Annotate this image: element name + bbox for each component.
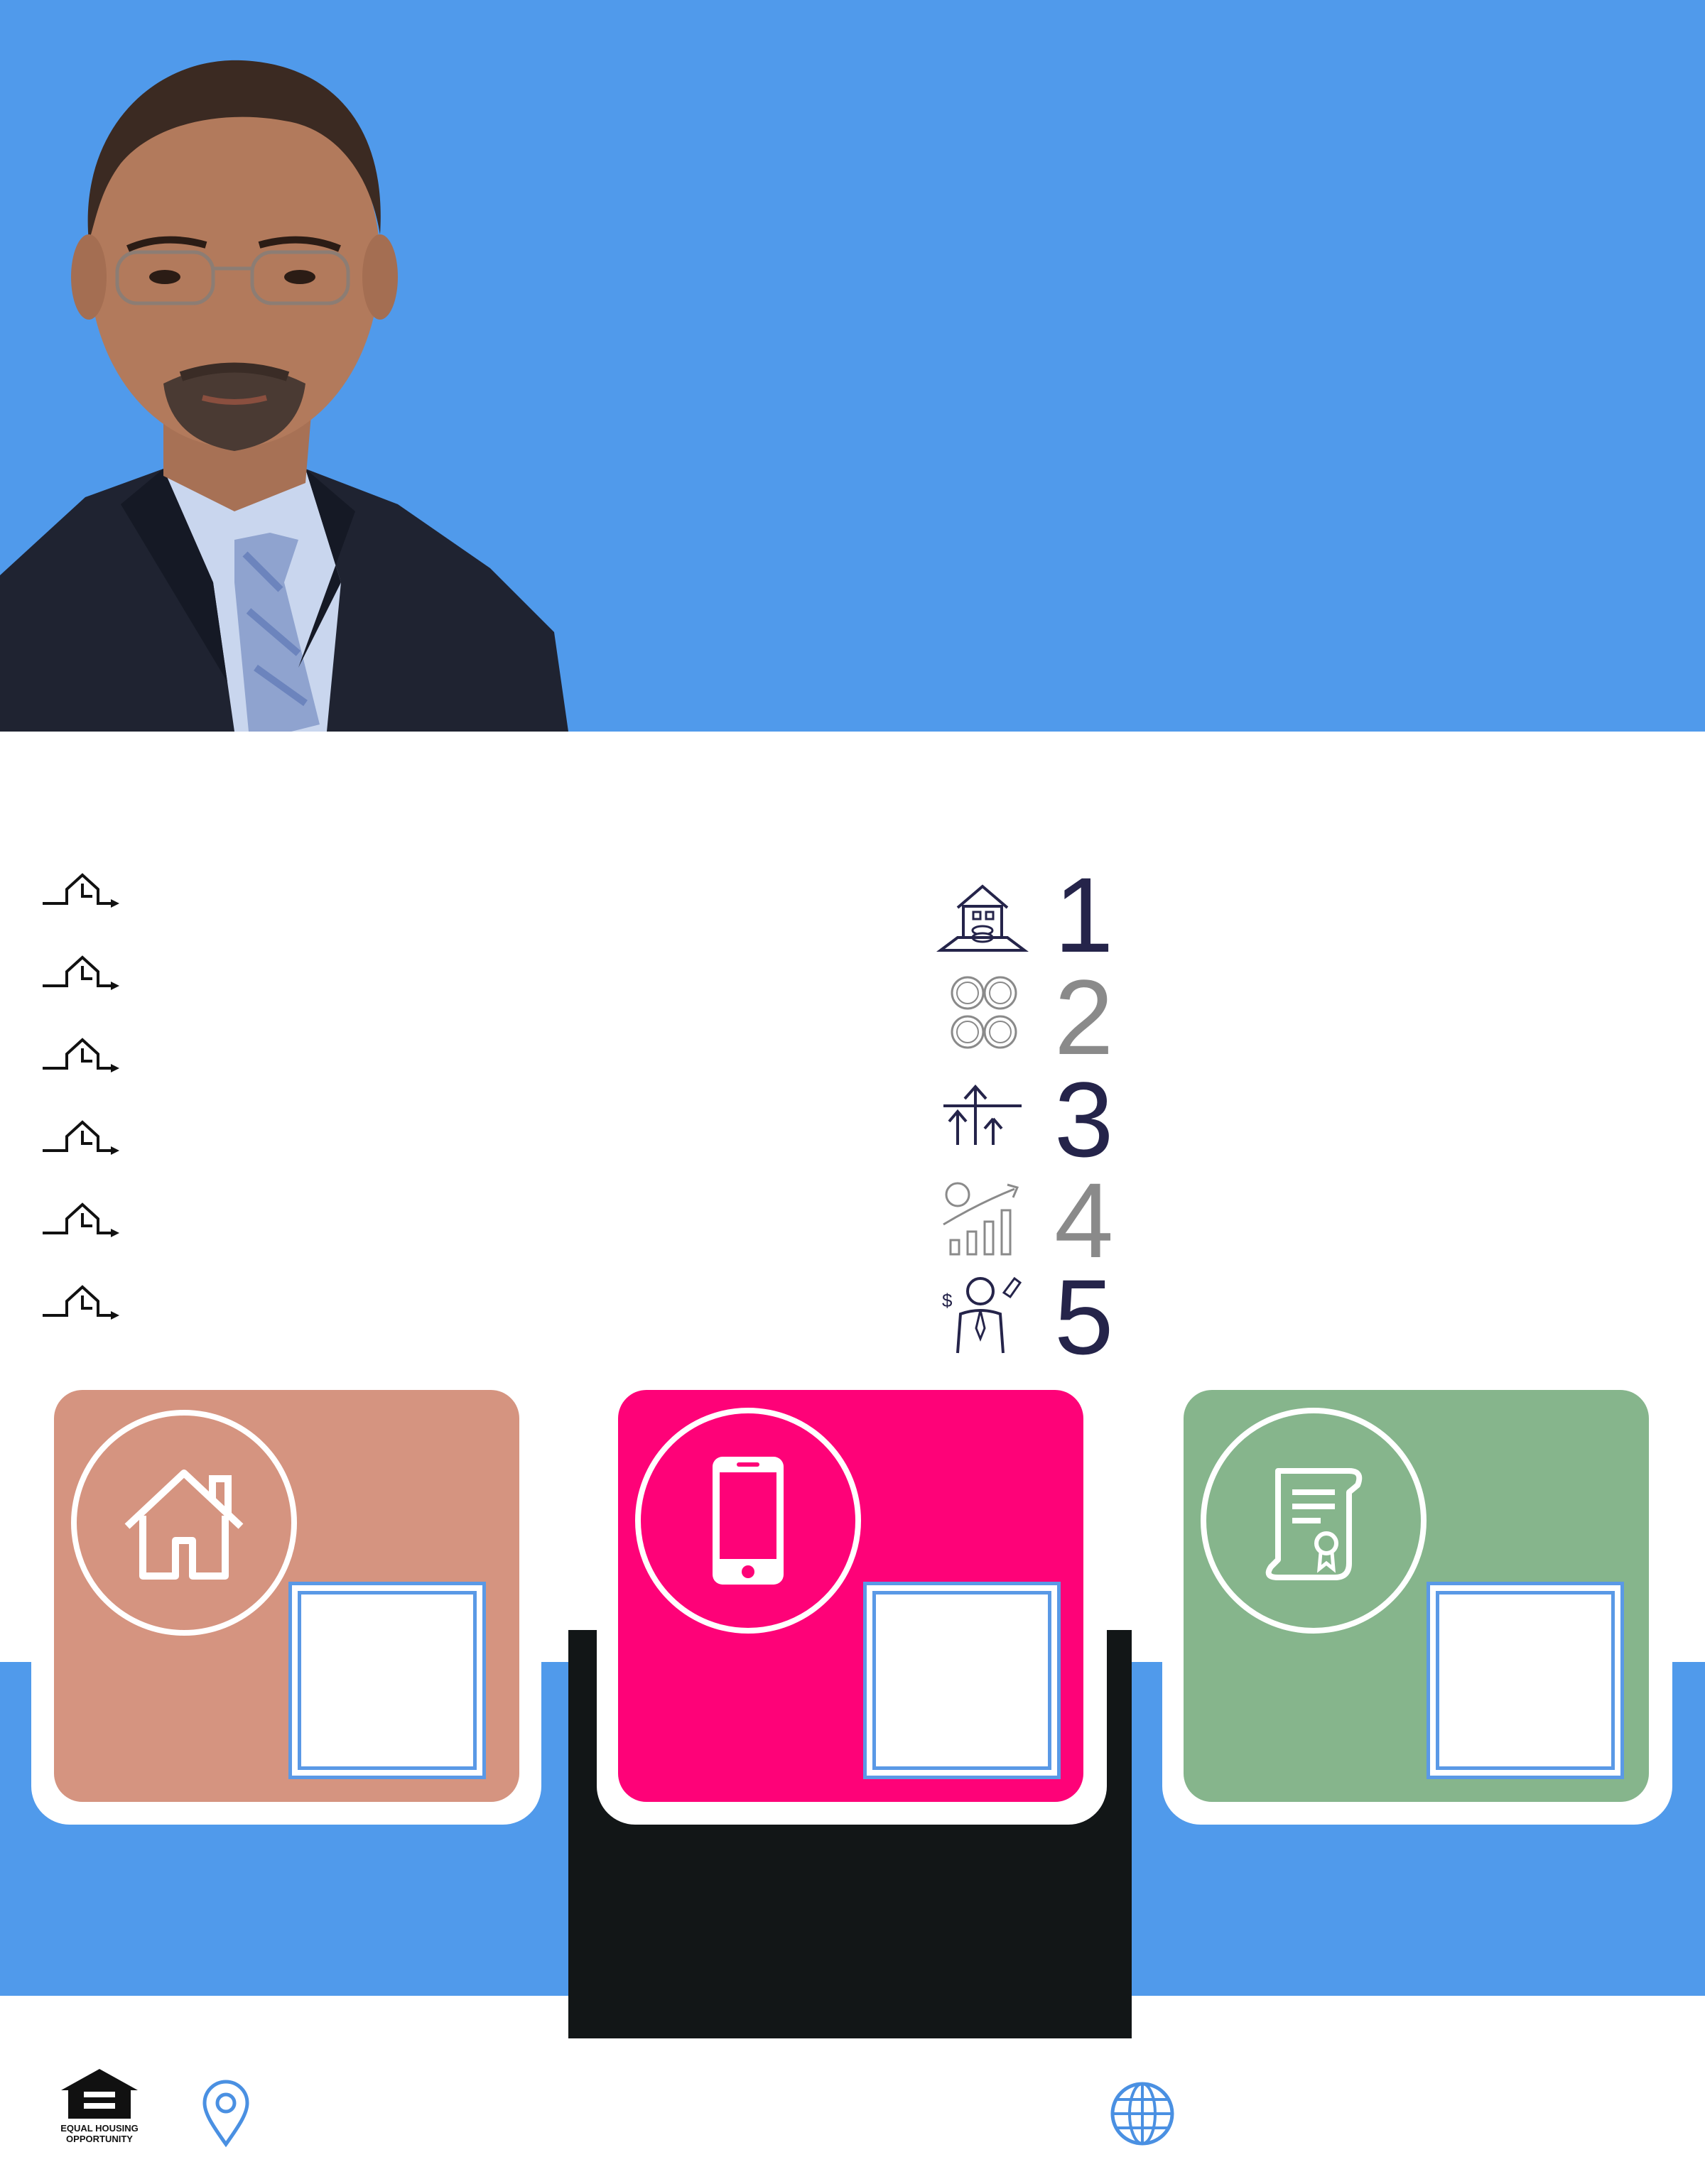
coins-icon [936,972,1029,1057]
step-number: 3 [1054,1060,1114,1179]
rising-chart-icon [936,1175,1029,1260]
stair-arrow-icon [43,1285,119,1320]
bullet-item [40,1197,125,1240]
logo-text: OPPORTUNITY [66,2134,133,2144]
bullet-item [40,1033,125,1075]
certificate-icon [1201,1408,1427,1634]
card-house [54,1390,519,1802]
card-phone [618,1390,1083,1802]
bullet-item [40,950,125,993]
logo-text: EQUAL HOUSING [60,2123,139,2134]
stair-arrow-icon [43,955,119,990]
step-number: 4 [1054,1161,1114,1280]
bullet-item [40,868,125,911]
smartphone-icon [635,1408,861,1634]
bullet-item [40,1280,125,1322]
step-number: 1 [1054,855,1114,974]
agent-money-icon: $ [936,1271,1029,1357]
house-icon [71,1410,297,1636]
stair-arrow-icon [43,1202,119,1237]
card-photo-box [863,1582,1061,1779]
equal-housing-opportunity-logo: EQUAL HOUSING OPPORTUNITY [57,2063,142,2145]
svg-text:$: $ [942,1290,953,1311]
step-number: 5 [1054,1257,1114,1376]
house-coins-icon [936,872,1029,957]
card-photo-box [1427,1582,1624,1779]
growth-arrows-icon [936,1074,1029,1159]
card-photo-box [288,1582,486,1779]
step-number: 2 [1054,957,1114,1077]
location-pin-icon[interactable] [197,2077,254,2148]
portrait-photo [0,43,568,732]
stair-arrow-icon [43,873,119,908]
stair-arrow-icon [43,1120,119,1155]
globe-icon[interactable] [1108,2080,1176,2148]
card-document [1184,1390,1649,1802]
stair-arrow-icon [43,1038,119,1072]
bullet-item [40,1115,125,1158]
